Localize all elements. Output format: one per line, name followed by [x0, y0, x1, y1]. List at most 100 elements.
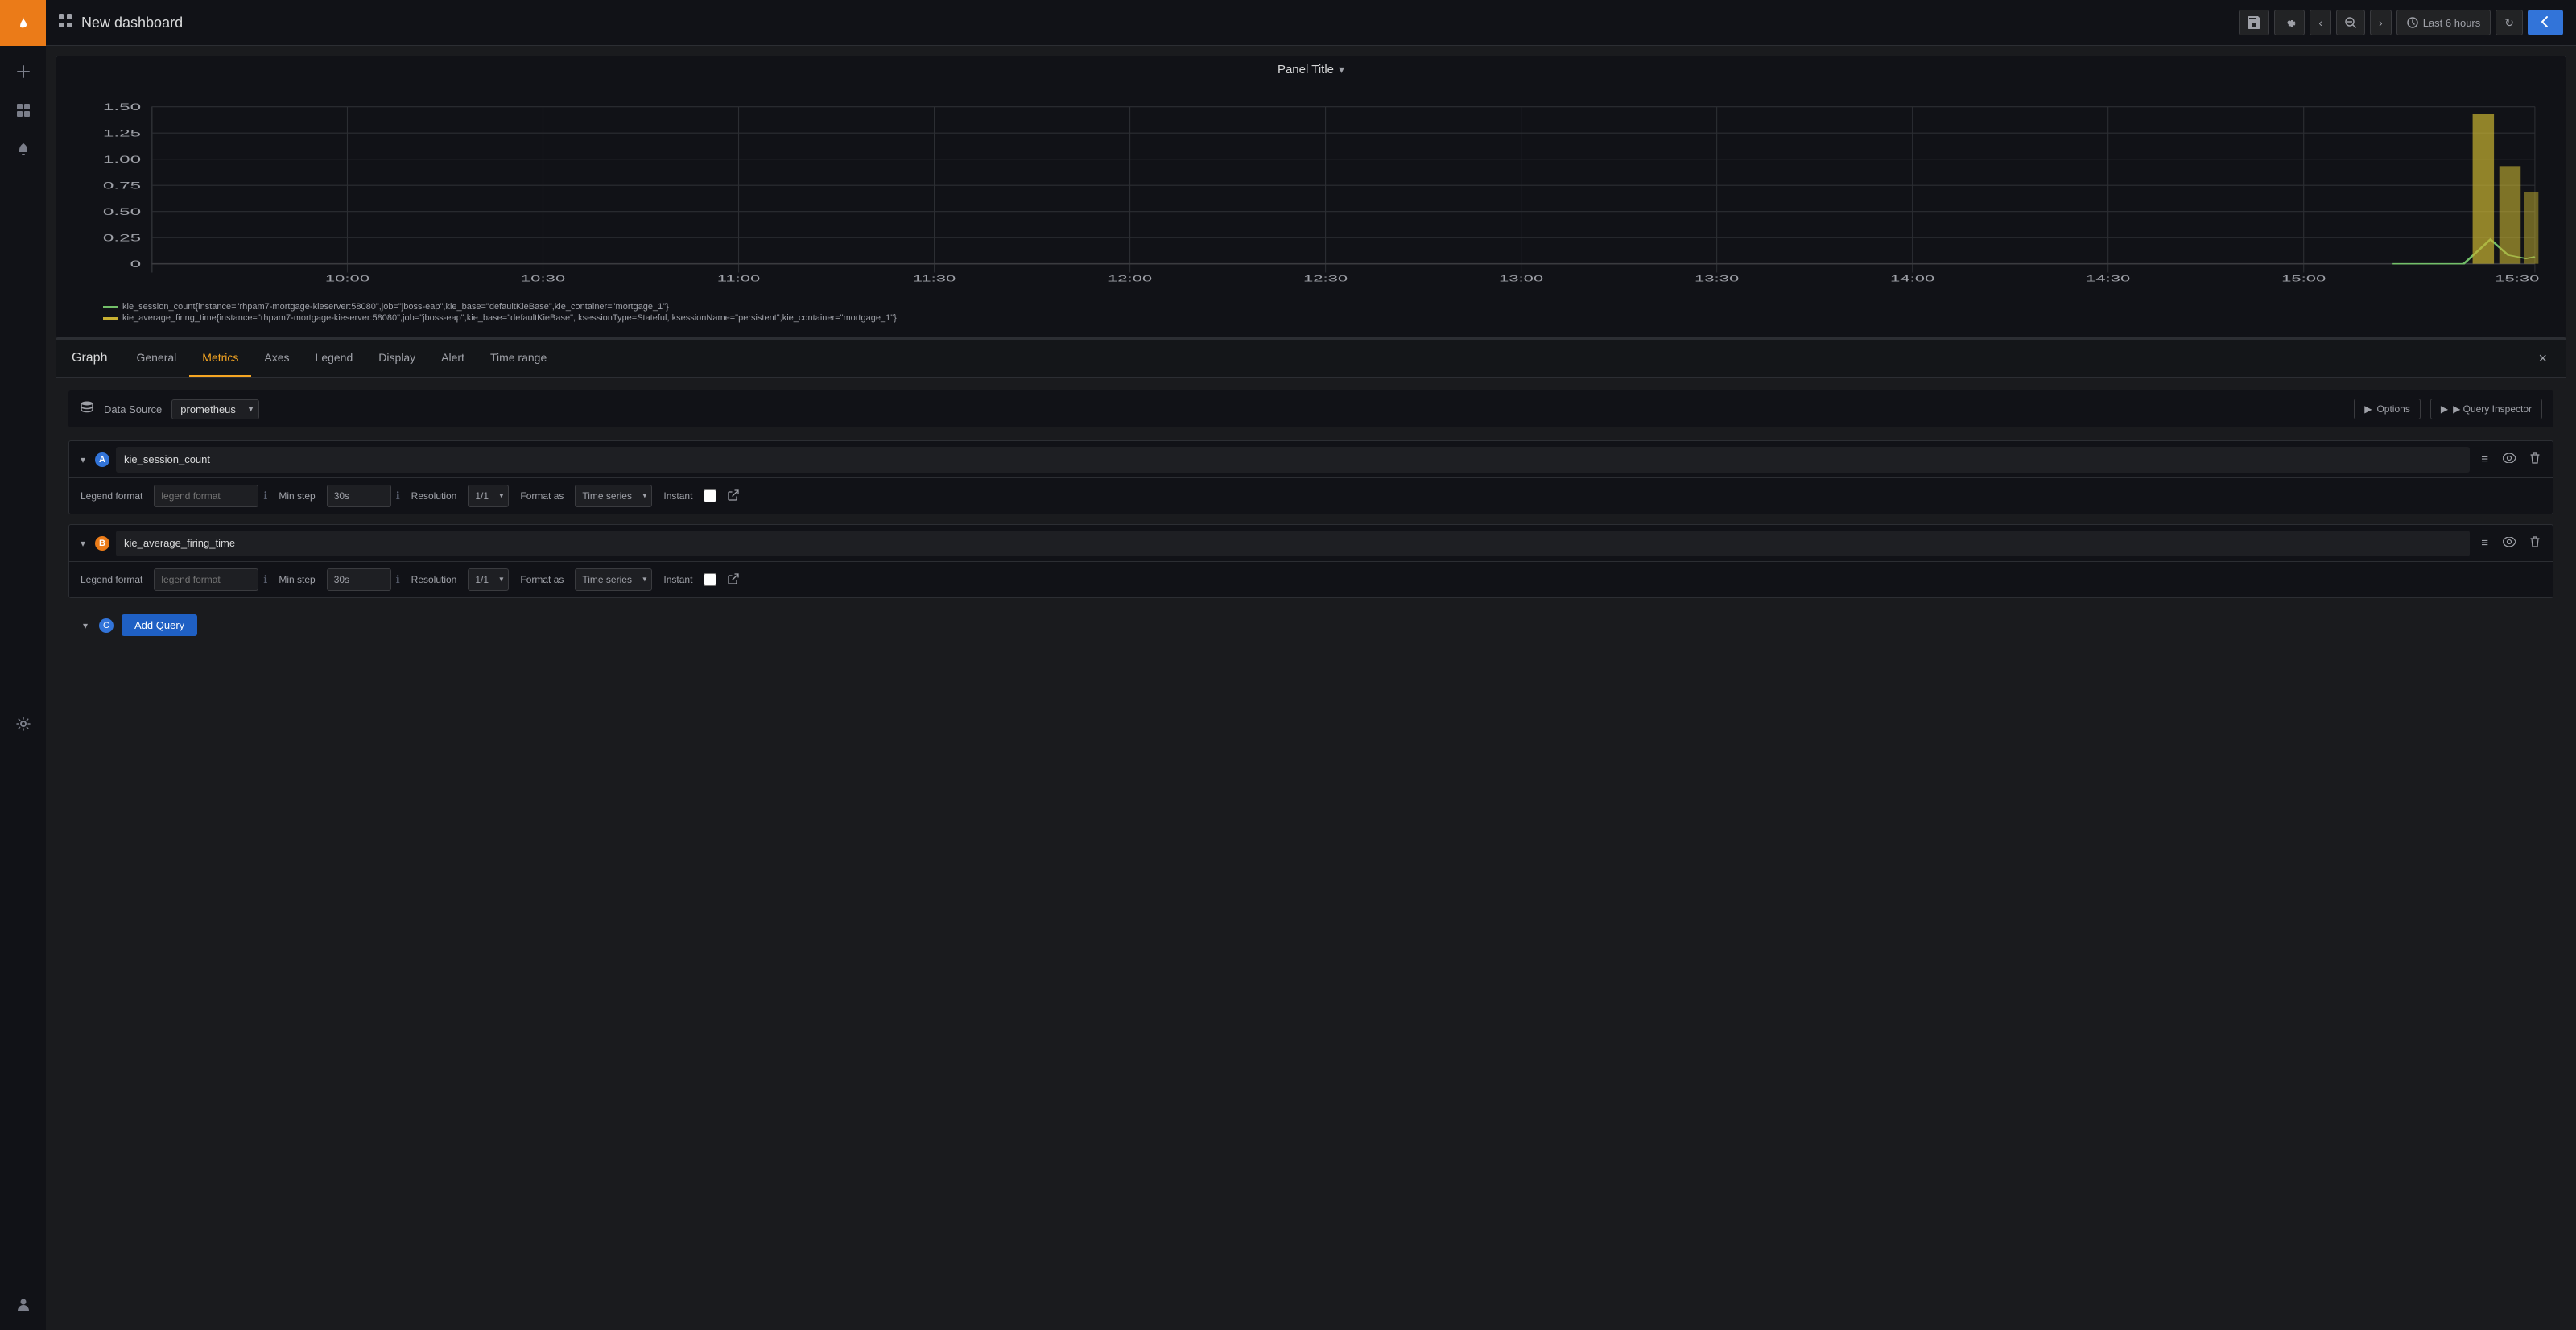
nav-right-button[interactable]: ›	[2370, 10, 2392, 35]
svg-text:13:30: 13:30	[1695, 273, 1739, 283]
tab-legend[interactable]: Legend	[303, 340, 366, 377]
query-b-hamburger[interactable]: ≡	[2476, 533, 2493, 553]
query-b-legend-info: ℹ	[263, 573, 267, 586]
query-b-formatas-label: Format as	[520, 574, 564, 585]
svg-text:0: 0	[130, 259, 142, 270]
query-a-input[interactable]	[116, 447, 2470, 473]
legend-text-1: kie_average_firing_time{instance="rhpam7…	[122, 313, 897, 323]
time-range-button[interactable]: Last 6 hours	[2396, 10, 2491, 35]
datasource-select-wrap[interactable]: prometheus	[171, 399, 259, 419]
query-a-header: ▾ A ≡	[69, 441, 2553, 478]
query-a-timeseries-wrap[interactable]: Time series	[575, 485, 652, 507]
datasource-select[interactable]: prometheus	[171, 399, 259, 419]
svg-text:0.75: 0.75	[103, 181, 141, 192]
query-a-minstep-label: Min step	[279, 490, 315, 502]
query-a-instant-checkbox[interactable]	[704, 489, 716, 502]
datasource-label: Data Source	[104, 403, 162, 415]
query-b-header: ▾ B ≡	[69, 525, 2553, 562]
query-b-link-btn[interactable]	[728, 573, 739, 587]
tab-display[interactable]: Display	[365, 340, 428, 377]
query-a-resolution-wrap[interactable]: 1/1	[468, 485, 509, 507]
query-a-legend-info: ℹ	[263, 489, 267, 502]
query-b-input[interactable]	[116, 531, 2470, 556]
database-icon	[80, 400, 94, 419]
query-inspector-label: ▶ Query Inspector	[2453, 403, 2532, 415]
query-a-eye[interactable]	[2498, 449, 2520, 469]
query-b-resolution-label: Resolution	[411, 574, 457, 585]
query-b-timeseries-wrap[interactable]: Time series	[575, 568, 652, 591]
query-b-actions: ≡	[2476, 533, 2545, 554]
query-section: Data Source prometheus ▶ Options ▶ ▶ Que…	[56, 378, 2566, 655]
svg-text:0.25: 0.25	[103, 233, 141, 244]
sidebar-item-dashboard[interactable]	[0, 91, 46, 130]
content-area: Panel Title ▾	[46, 46, 2576, 1330]
back-button[interactable]	[2528, 10, 2563, 35]
query-b-collapse[interactable]: ▾	[77, 536, 89, 551]
svg-text:12:30: 12:30	[1303, 273, 1348, 283]
chart-svg: 0 0.25 0.50 0.75 1.00 1.25 1.50	[63, 89, 2553, 299]
query-a-collapse[interactable]: ▾	[77, 452, 89, 467]
refresh-button[interactable]: ↻	[2496, 10, 2523, 35]
tab-alert[interactable]: Alert	[428, 340, 477, 377]
query-a-label: A	[95, 452, 109, 467]
svg-text:1.00: 1.00	[103, 155, 141, 165]
settings-button[interactable]	[2274, 10, 2305, 35]
query-b-options: Legend format ℹ Min step ℹ Resolution 1/…	[69, 562, 2553, 597]
svg-text:0.50: 0.50	[103, 207, 141, 217]
save-button[interactable]	[2239, 10, 2269, 35]
query-b-legend-input[interactable]	[154, 568, 258, 591]
add-query-button[interactable]: Add Query	[122, 614, 197, 636]
options-caret: ▶	[2364, 403, 2372, 415]
sidebar-item-alerts[interactable]	[0, 130, 46, 168]
sidebar	[0, 0, 46, 1330]
svg-text:10:00: 10:00	[325, 273, 369, 283]
query-a-resolution-select[interactable]: 1/1	[468, 485, 509, 507]
time-range-label: Last 6 hours	[2423, 17, 2481, 29]
query-b-instant-label: Instant	[663, 574, 692, 585]
legend-line-green	[103, 306, 118, 308]
sidebar-item-user[interactable]	[0, 1285, 46, 1324]
query-b-resolution-select[interactable]: 1/1	[468, 568, 509, 591]
tab-axes[interactable]: Axes	[251, 340, 302, 377]
query-b-minstep-info: ℹ	[396, 573, 400, 586]
tab-metrics[interactable]: Metrics	[189, 340, 251, 377]
zoom-button[interactable]	[2336, 10, 2365, 35]
chart-legend: kie_session_count{instance="rhpam7-mortg…	[63, 299, 2553, 331]
svg-text:11:30: 11:30	[913, 273, 956, 283]
query-a-link-btn[interactable]	[728, 489, 739, 503]
close-edit-button[interactable]: ×	[2532, 344, 2553, 374]
add-query-collapse[interactable]: ▾	[80, 618, 91, 633]
sidebar-item-add[interactable]	[0, 52, 46, 91]
chart-area: 0 0.25 0.50 0.75 1.00 1.25 1.50	[56, 83, 2566, 337]
query-row-b: ▾ B ≡	[68, 524, 2553, 598]
options-label: Options	[2376, 403, 2409, 415]
query-b-resolution-wrap[interactable]: 1/1	[468, 568, 509, 591]
query-a-legend-input[interactable]	[154, 485, 258, 507]
sidebar-item-settings[interactable]	[0, 704, 46, 743]
query-b-eye[interactable]	[2498, 533, 2520, 553]
query-a-legend-label: Legend format	[80, 490, 142, 502]
svg-text:1.25: 1.25	[103, 129, 141, 139]
tab-timerange[interactable]: Time range	[477, 340, 559, 377]
query-b-instant-checkbox[interactable]	[704, 573, 716, 586]
query-a-timeseries-select[interactable]: Time series	[575, 485, 652, 507]
app-logo[interactable]	[0, 0, 46, 46]
topbar: New dashboard ‹ ›	[46, 0, 2576, 46]
panel-header: Panel Title ▾	[56, 56, 2566, 83]
query-a-minstep-input[interactable]	[327, 485, 391, 507]
query-b-delete[interactable]	[2525, 533, 2545, 554]
query-a-delete[interactable]	[2525, 449, 2545, 470]
svg-text:14:30: 14:30	[2086, 273, 2130, 283]
query-b-minstep-input[interactable]	[327, 568, 391, 591]
query-b-timeseries-select[interactable]: Time series	[575, 568, 652, 591]
add-query-id: C	[99, 618, 114, 633]
query-b-legend-label: Legend format	[80, 574, 142, 585]
tab-general[interactable]: General	[123, 340, 189, 377]
options-button[interactable]: ▶ Options	[2354, 399, 2421, 419]
svg-text:10:30: 10:30	[521, 273, 565, 283]
query-a-hamburger[interactable]: ≡	[2476, 449, 2493, 469]
query-inspector-button[interactable]: ▶ ▶ Query Inspector	[2430, 399, 2542, 419]
nav-left-button[interactable]: ‹	[2310, 10, 2331, 35]
topbar-actions: ‹ › Last 6 hours ↻	[2239, 10, 2563, 35]
add-query-row: ▾ C Add Query	[68, 608, 2553, 642]
